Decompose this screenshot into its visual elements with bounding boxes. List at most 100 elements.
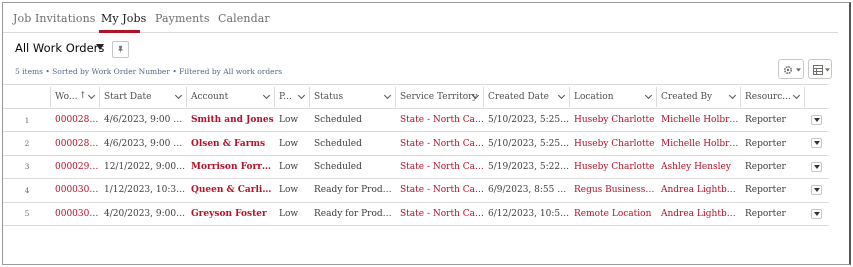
table-header-row: Wo... ↑ Start Date Account P... Status Se…	[3, 84, 829, 109]
created-by-link[interactable]: Andrea Lightburn	[657, 178, 741, 203]
priority-cell: Low	[275, 155, 310, 180]
chevron-down-icon[interactable]	[174, 91, 183, 100]
created-date-cell: 6/9/2023, 8:55 AM	[484, 178, 570, 203]
status-cell: Scheduled	[310, 131, 396, 156]
column-header-resource[interactable]: Resourc...	[741, 84, 805, 109]
created-by-link[interactable]: Michelle Holbrook	[657, 108, 741, 133]
chevron-down-icon[interactable]	[262, 91, 271, 100]
work-order-number-link[interactable]: 00003045	[51, 202, 100, 226]
account-link[interactable]: Morrison Forrester	[187, 155, 275, 180]
chevron-down-icon[interactable]	[792, 91, 801, 100]
chevron-down-icon[interactable]	[383, 91, 392, 100]
priority-cell: Low	[275, 108, 310, 133]
table-row[interactable]: 2 00002870 4/6/2023, 9:00 AM Olsen & Far…	[3, 131, 829, 156]
list-view-title[interactable]: All Work Orders	[15, 41, 104, 55]
created-by-link[interactable]: Andrea Lightburn	[657, 202, 741, 226]
service-territory-link[interactable]: State - North Car...	[396, 178, 484, 203]
tab-job-invitations[interactable]: Job Invitations	[13, 12, 96, 25]
start-date-cell: 12/1/2022, 9:00 AM	[100, 155, 187, 180]
tab-calendar[interactable]: Calendar	[218, 12, 270, 25]
row-number: 5	[3, 202, 51, 226]
table-icon	[813, 65, 823, 75]
created-by-link[interactable]: Michelle Holbrook	[657, 131, 741, 156]
status-cell: Scheduled	[310, 108, 396, 133]
column-header-start-date[interactable]: Start Date	[100, 84, 187, 109]
service-territory-link[interactable]: State - North Car...	[396, 108, 484, 133]
row-action-menu-button[interactable]	[811, 185, 822, 196]
start-date-cell: 4/6/2023, 9:00 AM	[100, 108, 187, 133]
table-row[interactable]: 5 00003045 4/20/2023, 9:00 AM Greyson Fo…	[3, 202, 829, 226]
created-date-cell: 5/10/2023, 5:25 PM	[484, 108, 570, 133]
start-date-cell: 1/12/2023, 10:30 ...	[100, 178, 187, 203]
work-order-number-link[interactable]: 00002870	[51, 131, 100, 156]
account-link[interactable]: Queen & Carlisle	[187, 178, 275, 203]
start-date-cell: 4/20/2023, 9:00 AM	[100, 202, 187, 226]
service-territory-link[interactable]: State - North Car...	[396, 131, 484, 156]
table-row[interactable]: 4 00003038 1/12/2023, 10:30 ... Queen & …	[3, 178, 829, 203]
created-date-cell: 5/19/2023, 5:22 PM	[484, 155, 570, 180]
resource-cell: Reporter	[741, 155, 805, 180]
column-header-work-order[interactable]: Wo... ↑	[51, 84, 100, 109]
app-frame: Job Invitations My Jobs Payments Calenda…	[2, 2, 851, 265]
row-number: 1	[3, 108, 51, 133]
priority-cell: Low	[275, 131, 310, 156]
column-header-created-date[interactable]: Created Date	[484, 84, 570, 109]
row-action-menu-button[interactable]	[811, 208, 822, 219]
status-cell: Scheduled	[310, 155, 396, 180]
tab-payments[interactable]: Payments	[155, 12, 210, 25]
chevron-down-icon[interactable]	[87, 91, 96, 100]
row-action-menu-button[interactable]	[811, 161, 822, 172]
resource-cell: Reporter	[741, 178, 805, 203]
resource-cell: Reporter	[741, 108, 805, 133]
service-territory-link[interactable]: State - North Car...	[396, 155, 484, 180]
column-header-service-territory[interactable]: Service Territory	[396, 84, 484, 109]
row-actions-header	[805, 84, 829, 109]
account-link[interactable]: Olsen & Farms	[187, 131, 275, 156]
display-as-button[interactable]	[808, 59, 832, 79]
work-orders-table: Wo... ↑ Start Date Account P... Status Se…	[3, 84, 838, 226]
status-cell: Ready for Produc...	[310, 178, 396, 203]
work-order-number-link[interactable]: 00002869	[51, 108, 100, 133]
column-header-account[interactable]: Account	[187, 84, 275, 109]
list-settings-button[interactable]	[778, 59, 804, 79]
list-summary: 5 items • Sorted by Work Order Number • …	[15, 67, 283, 76]
created-by-link[interactable]: Ashley Hensley	[657, 155, 741, 180]
location-link[interactable]: Huseby Charlotte	[570, 108, 657, 133]
row-action-cell	[805, 202, 829, 226]
work-order-number-link[interactable]: 00002962	[51, 155, 100, 180]
work-order-number-link[interactable]: 00003038	[51, 178, 100, 203]
row-action-cell	[805, 108, 829, 133]
row-number: 4	[3, 178, 51, 203]
pin-list-view-button[interactable]	[112, 41, 129, 58]
resource-cell: Reporter	[741, 131, 805, 156]
column-header-location[interactable]: Location	[570, 84, 657, 109]
chevron-down-icon[interactable]	[557, 91, 566, 100]
location-link[interactable]: Huseby Charlotte	[570, 131, 657, 156]
chevron-down-icon[interactable]	[728, 91, 737, 100]
location-link[interactable]: Regus Business C...	[570, 178, 657, 203]
chevron-down-icon[interactable]	[644, 91, 653, 100]
column-header-status[interactable]: Status	[310, 84, 396, 109]
service-territory-link[interactable]: State - North Car...	[396, 202, 484, 226]
location-link[interactable]: Huseby Charlotte	[570, 155, 657, 180]
account-link[interactable]: Smith and Jones	[187, 108, 275, 133]
priority-cell: Low	[275, 178, 310, 203]
account-link[interactable]: Greyson Foster	[187, 202, 275, 226]
row-action-cell	[805, 178, 829, 203]
row-action-menu-button[interactable]	[811, 138, 822, 149]
pin-icon	[117, 45, 124, 54]
tab-my-jobs[interactable]: My Jobs	[101, 12, 146, 25]
row-action-menu-button[interactable]	[811, 114, 822, 125]
table-row[interactable]: 3 00002962 12/1/2022, 9:00 AM Morrison F…	[3, 155, 829, 180]
start-date-cell: 4/6/2023, 9:00 AM	[100, 131, 187, 156]
chevron-down-icon[interactable]	[297, 91, 306, 100]
list-view-dropdown-icon[interactable]	[96, 44, 104, 50]
row-action-cell	[805, 131, 829, 156]
column-header-priority[interactable]: P...	[275, 84, 310, 109]
table-row[interactable]: 1 00002869 4/6/2023, 9:00 AM Smith and J…	[3, 108, 829, 133]
resource-cell: Reporter	[741, 202, 805, 226]
location-link[interactable]: Remote Location	[570, 202, 657, 226]
gear-icon	[783, 65, 793, 75]
column-header-created-by[interactable]: Created By	[657, 84, 741, 109]
status-cell: Ready for Produc...	[310, 202, 396, 226]
